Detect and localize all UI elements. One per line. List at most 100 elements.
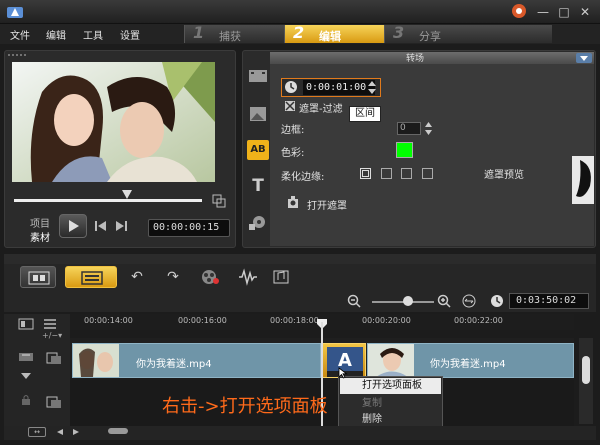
border-label: 边框: (281, 125, 305, 136)
timeline-header-strip (4, 254, 596, 264)
ruler-tick-label: 00:00:20:00 (362, 316, 411, 325)
ctx-open-options-panel[interactable]: 打开选项面板 (340, 378, 441, 394)
chapter-list-icon[interactable] (42, 318, 58, 330)
add-remove-track-icon[interactable]: +/−▾ (42, 331, 62, 340)
clip-thumbnail (73, 344, 119, 377)
record-capture-icon[interactable] (200, 268, 220, 286)
ruler-tick-label: 00:00:22:00 (454, 316, 503, 325)
image-tab-icon[interactable] (247, 104, 269, 124)
scrollbar-thumb[interactable] (582, 356, 590, 384)
track-manager-icon[interactable] (18, 318, 34, 330)
step-share[interactable]: 3 分享 (384, 23, 552, 43)
undo-icon[interactable]: ↶ (128, 269, 146, 285)
maximize-icon[interactable]: □ (555, 3, 573, 21)
overlay-track-icon (46, 396, 61, 408)
menu-settings[interactable]: 设置 (120, 27, 140, 42)
minimize-icon[interactable]: — (534, 3, 552, 21)
zoom-slider-handle[interactable] (403, 296, 413, 306)
duration-tooltip: 区间 (349, 106, 381, 122)
step-edit[interactable]: 2 编辑 (284, 23, 384, 43)
duration-timecode[interactable]: 0:00:01:00 (303, 80, 375, 95)
mask-preview-label: 遮罩预览 (484, 170, 524, 181)
storyboard-view-button[interactable] (20, 266, 56, 288)
color-swatch[interactable] (396, 142, 413, 158)
menu-edit[interactable]: 编辑 (46, 27, 66, 42)
mask-preview-image (572, 156, 594, 204)
track-expand-icon[interactable] (20, 372, 32, 380)
ctx-copy[interactable]: 复制 (340, 396, 441, 412)
ruler-tick-label: 00:00:18:00 (270, 316, 319, 325)
zoom-row (4, 290, 596, 312)
effects-tab-icon[interactable] (247, 212, 269, 232)
video-clip-1[interactable]: 你为我着迷.mp4 (72, 343, 321, 378)
title-tab-icon[interactable]: T (247, 176, 269, 196)
mask-filter-label: 遮罩-过滤 (299, 104, 343, 115)
play-icon (69, 220, 79, 232)
menu-tools[interactable]: 工具 (83, 27, 103, 42)
step-label: 编辑 (319, 30, 341, 43)
options-title: 转场 (406, 54, 425, 64)
timeline-icon (81, 271, 103, 285)
video-tab-icon[interactable] (247, 66, 269, 86)
border-stepper[interactable] (424, 121, 433, 136)
duration-stepper[interactable] (367, 80, 377, 95)
scroll-left-icon[interactable] (56, 428, 64, 436)
ripple-edit-icon[interactable] (18, 350, 34, 364)
zoom-out-icon[interactable] (347, 294, 361, 308)
step-number: 1 (193, 23, 205, 42)
context-menu: 打开选项面板 复制 删除 (338, 376, 443, 429)
zoom-in-icon[interactable] (437, 294, 451, 308)
mask-filter-icon (285, 101, 295, 111)
soften-none-option[interactable] (360, 168, 371, 179)
open-mask-icon[interactable] (286, 194, 300, 210)
options-header: 转场 (270, 52, 594, 64)
app-logo-icon (7, 7, 23, 18)
soften-edge-label: 柔化边缘: (281, 172, 325, 183)
filmstrip-icon (28, 271, 50, 285)
open-mask-label[interactable]: 打开遮罩 (307, 197, 347, 212)
mode-clip[interactable]: 素材 (30, 229, 50, 244)
clock-icon (285, 81, 297, 93)
auto-music-icon[interactable] (272, 268, 292, 286)
scroll-right-icon[interactable] (72, 428, 80, 436)
redo-icon[interactable]: ↷ (164, 269, 182, 285)
ruler-tick-label: 00:00:14:00 (84, 316, 133, 325)
timeline-view-button[interactable] (65, 266, 117, 288)
color-label: 色彩: (281, 148, 305, 159)
collapse-icon[interactable] (576, 53, 592, 63)
project-duration-timecode: 0:03:50:02 (509, 293, 589, 309)
panel-grip-icon (8, 54, 26, 56)
app-menu-icon[interactable] (510, 3, 528, 21)
step-label: 捕获 (219, 30, 241, 43)
video-track-icon (46, 352, 61, 364)
next-frame-icon[interactable] (114, 220, 128, 232)
previous-frame-icon[interactable] (94, 220, 108, 232)
close-icon[interactable]: ✕ (576, 3, 594, 21)
project-duration-clock-icon (491, 295, 503, 307)
step-number: 3 (393, 23, 405, 42)
mouse-cursor-icon (338, 367, 348, 379)
fit-project-icon[interactable] (462, 294, 476, 308)
audio-mixer-icon[interactable] (238, 268, 258, 286)
menu-file[interactable]: 文件 (10, 27, 30, 42)
lock-track-icon[interactable] (20, 394, 32, 406)
step-capture[interactable]: 1 捕获 (184, 23, 284, 43)
clip-thumbnail (368, 344, 414, 377)
annotation-text: 右击->打开选项面板 (162, 396, 328, 417)
transition-tab-icon[interactable]: AB (247, 140, 269, 160)
preview-timecode[interactable]: 00:00:00:15 (148, 219, 230, 237)
soften-low-option[interactable] (381, 168, 392, 179)
video-frame (12, 62, 215, 182)
video-clip-2[interactable]: 你为我着迷.mp4 (367, 343, 574, 378)
soften-high-option[interactable] (422, 168, 433, 179)
clip-extract-icon[interactable] (212, 194, 226, 208)
clip-name: 你为我着迷.mp4 (136, 359, 212, 370)
play-button[interactable] (59, 214, 87, 238)
mode-project[interactable]: 项目 (30, 215, 50, 230)
step-label: 分享 (419, 30, 441, 43)
soften-medium-option[interactable] (401, 168, 412, 179)
scrub-bar[interactable] (14, 199, 202, 202)
fit-timeline-icon[interactable]: ↔ (28, 427, 46, 437)
horizontal-scrollbar-thumb[interactable] (108, 428, 128, 434)
border-input[interactable]: 0 (397, 122, 421, 135)
